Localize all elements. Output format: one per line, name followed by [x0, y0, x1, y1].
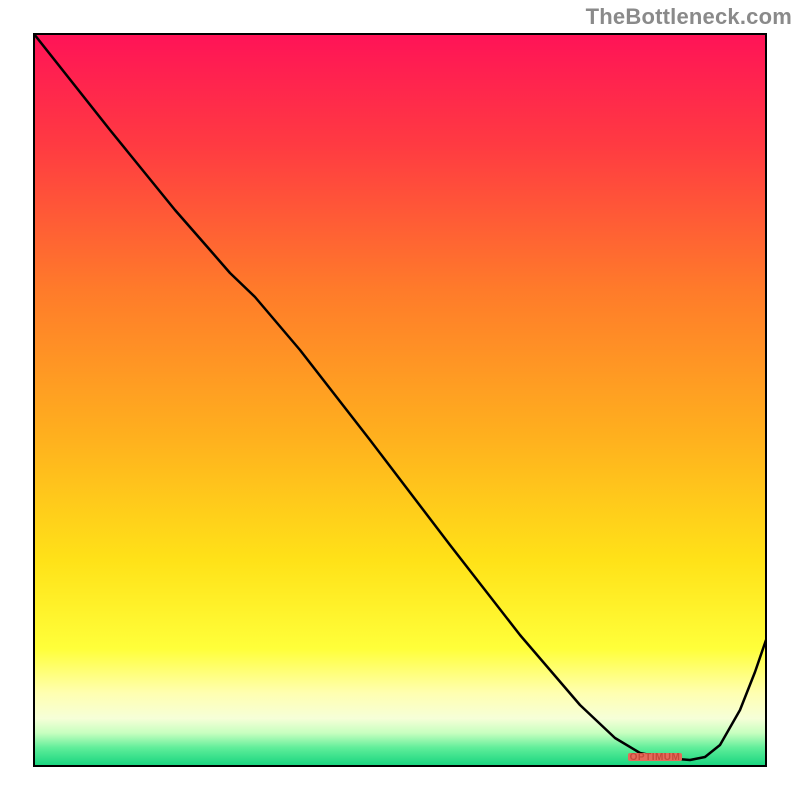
- plot-background: [34, 34, 766, 766]
- optimum-label: OPTIMUM: [630, 752, 681, 763]
- bottleneck-chart: OPTIMUM: [0, 0, 800, 800]
- chart-stage: TheBottleneck.com OPTIMUM: [0, 0, 800, 800]
